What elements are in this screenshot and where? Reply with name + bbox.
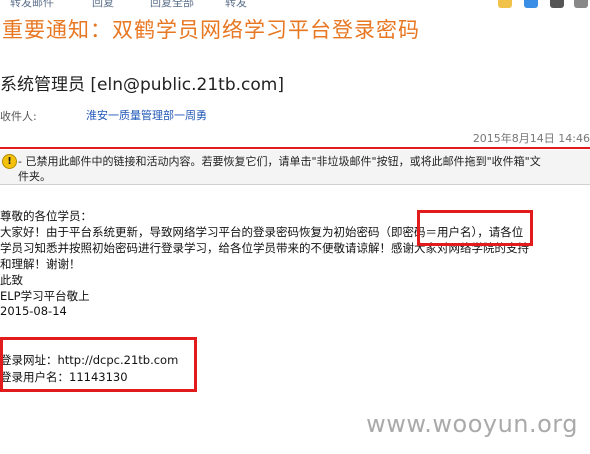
greeting: 尊敬的各位学员： <box>0 209 92 223</box>
top-toolbar: 转发邮件 回复 回复全部 转发 <box>0 0 590 8</box>
security-infobar[interactable]: ! - 已禁用此邮件中的链接和活动内容。若要恢复它们，请单击"非垃圾邮件"按钮，… <box>0 150 590 185</box>
header-divider <box>0 147 590 149</box>
category-icon[interactable] <box>524 0 538 8</box>
watermark: www.wooyun.org <box>366 410 578 438</box>
email-sender[interactable]: 系统管理员 [eln@public.21tb.com] <box>0 70 284 95</box>
toolbar-icons <box>494 0 590 8</box>
toolbar-item[interactable]: 回复 <box>92 0 114 8</box>
flag-icon[interactable] <box>498 0 512 8</box>
infobar-text-continued: 件夹。 <box>18 170 51 183</box>
email-subject: 重要通知：双鹤学员网络学习平台登录密码 <box>2 18 420 42</box>
signature-line: ELP学习平台敬上 <box>0 289 90 303</box>
highlight-box-login-info <box>0 337 197 392</box>
recipient-link[interactable]: 淮安一质量管理部一周勇 <box>86 107 207 123</box>
toolbar-item[interactable]: 转发 <box>225 0 247 8</box>
delete-icon[interactable] <box>550 0 564 8</box>
email-date: 2015年8月14日 14:46 <box>472 132 590 145</box>
toolbar-item[interactable]: 转发邮件 <box>10 0 54 8</box>
signature-line: 此致 <box>0 273 23 287</box>
more-icon[interactable] <box>574 0 588 8</box>
recipient-label: 收件人: <box>0 110 37 123</box>
warning-shield-icon: ! <box>2 154 17 169</box>
highlight-box-password <box>417 210 533 246</box>
body-paragraph-line: 和理解！谢谢！ <box>0 257 81 271</box>
signature-date: 2015-08-14 <box>0 304 67 318</box>
toolbar-item[interactable]: 回复全部 <box>150 0 194 8</box>
infobar-text: - 已禁用此邮件中的链接和活动内容。若要恢复它们，请单击"非垃圾邮件"按钮，或将… <box>18 155 541 168</box>
